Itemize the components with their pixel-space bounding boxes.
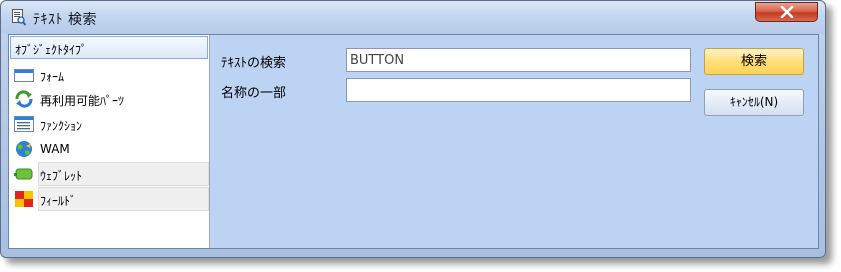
list-item-label: WAM <box>40 142 70 156</box>
app-icon <box>12 9 26 26</box>
text-search-label: ﾃｷｽﾄの検索 <box>221 56 287 71</box>
text-search-input[interactable] <box>346 48 691 72</box>
cancel-button[interactable]: ｷｬﾝｾﾙ(N) <box>704 89 804 116</box>
object-type-header: ｵﾌﾞｼﾞｪｸﾄﾀｲﾌﾟ <box>10 36 208 59</box>
name-part-label: 名称の一部 <box>221 86 287 101</box>
list-item-form[interactable]: ﾌｫｰﾑ <box>9 63 209 87</box>
list-item-label: 再利用可能ﾊﾟｰﾂ <box>40 94 125 108</box>
window-title: ﾃｷｽﾄ 検索 <box>33 12 97 28</box>
function-icon <box>14 116 34 132</box>
title-bar[interactable]: ﾃｷｽﾄ 検索 <box>1 1 825 34</box>
dialog-body: ｵﾌﾞｼﾞｪｸﾄﾀｲﾌﾟ ﾌｫｰﾑ 再利用可能ﾊﾟｰﾂ ﾌｧﾝｸｼｮﾝ WAM … <box>8 34 819 249</box>
text-search-dialog: ﾃｷｽﾄ 検索 ｵﾌﾞｼﾞｪｸﾄﾀｲﾌﾟ ﾌｫｰﾑ 再利用可能ﾊﾟｰﾂ ﾌｧﾝｸ… <box>0 0 826 258</box>
field-icon <box>15 191 33 207</box>
list-item-label: ｳｪﾌﾞﾚｯﾄ <box>40 169 83 183</box>
name-part-input[interactable] <box>346 78 691 102</box>
list-item-wam[interactable]: WAM <box>9 137 209 161</box>
search-button[interactable]: 検索 <box>704 48 804 75</box>
list-item-weblet[interactable]: ｳｪﾌﾞﾚｯﾄ <box>9 162 209 186</box>
list-item-label: ﾌｨｰﾙﾄﾞ <box>40 194 77 208</box>
list-item-field[interactable]: ﾌｨｰﾙﾄﾞ <box>9 187 209 211</box>
globe-icon <box>16 141 32 157</box>
list-item-reusable-part[interactable]: 再利用可能ﾊﾟｰﾂ <box>9 87 209 111</box>
list-item-label: ﾌｧﾝｸｼｮﾝ <box>40 119 83 133</box>
weblet-icon <box>14 168 33 180</box>
object-type-list: ｵﾌﾞｼﾞｪｸﾄﾀｲﾌﾟ ﾌｫｰﾑ 再利用可能ﾊﾟｰﾂ ﾌｧﾝｸｼｮﾝ WAM … <box>9 35 210 248</box>
close-icon <box>780 6 793 18</box>
list-item-function[interactable]: ﾌｧﾝｸｼｮﾝ <box>9 112 209 136</box>
form-icon <box>14 69 34 82</box>
list-item-label: ﾌｫｰﾑ <box>40 70 65 84</box>
recycle-icon <box>15 90 33 108</box>
close-button[interactable] <box>755 2 818 22</box>
